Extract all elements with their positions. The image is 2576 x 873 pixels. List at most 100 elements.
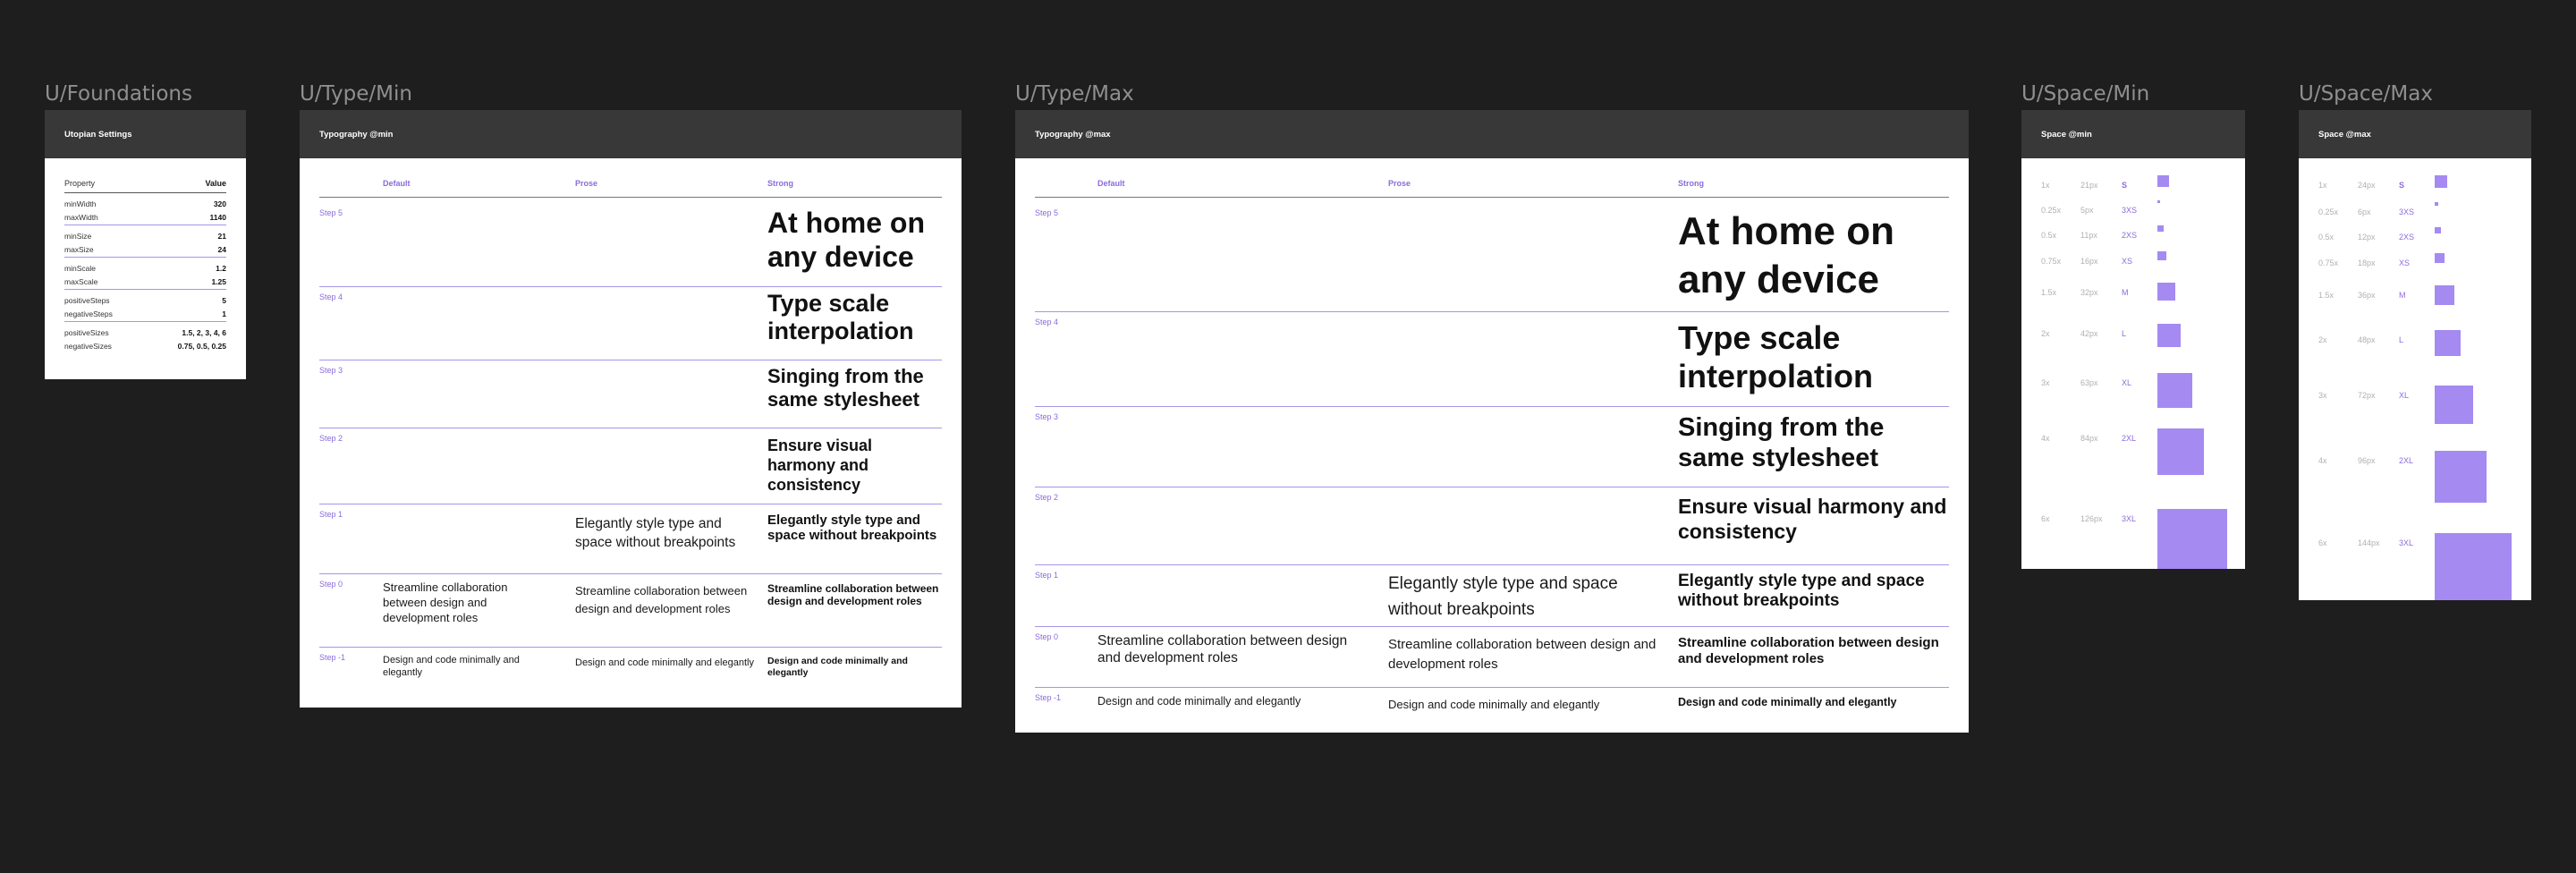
space-multiplier: 4x — [2318, 456, 2327, 465]
step-label: Step 0 — [319, 580, 343, 589]
setting-name: minSize — [64, 232, 92, 241]
space-multiplier: 2x — [2041, 329, 2050, 338]
space-multiplier: 2x — [2318, 335, 2327, 344]
space-multiplier: 0.75x — [2318, 259, 2339, 267]
space-swatch — [2157, 509, 2227, 569]
sample-default: Design and code minimally and elegantly — [383, 655, 520, 679]
frame-label-type-min[interactable]: U/Type/Min — [300, 84, 412, 105]
space-swatch — [2435, 253, 2445, 263]
sample-default: Streamline collaboration between design … — [1097, 633, 1348, 665]
space-multiplier: 0.5x — [2041, 231, 2057, 240]
space-multiplier: 6x — [2041, 514, 2050, 523]
sample-strong: Singing from the same stylesheet — [1678, 413, 1885, 472]
col-strong-header: Strong — [1678, 179, 1704, 188]
space-multiplier: 3x — [2041, 378, 2050, 387]
space-pixels: 5px — [2080, 206, 2094, 215]
divider — [64, 257, 226, 258]
space-pixels: 24px — [2358, 181, 2376, 190]
space-swatch — [2157, 283, 2175, 301]
divider — [319, 197, 942, 198]
divider — [1035, 406, 1949, 407]
space-token: 3XS — [2399, 208, 2415, 216]
space-pixels: 11px — [2080, 231, 2097, 240]
type-max-frame: Typography @max Default Prose Strong Ste… — [1015, 110, 1969, 733]
sample-strong: At home on any device — [767, 207, 925, 274]
sample-default: Streamline collaboration between design … — [383, 581, 508, 624]
step-label: Step 2 — [319, 434, 343, 443]
step-label: Step 1 — [1035, 571, 1059, 580]
step-label: Step 5 — [319, 208, 343, 217]
space-token: 3XL — [2399, 538, 2414, 547]
sample-strong: Type scale interpolation — [767, 290, 914, 345]
setting-name: negativeSizes — [64, 342, 112, 351]
sample-strong: Streamline collaboration between design … — [1678, 635, 1939, 666]
space-swatch — [2157, 225, 2164, 232]
space-swatch — [2157, 175, 2169, 187]
space-token: L — [2122, 329, 2127, 338]
space-pixels: 32px — [2080, 288, 2098, 297]
space-pixels: 36px — [2358, 291, 2376, 300]
space-pixels: 42px — [2080, 329, 2098, 338]
step-label: Step 2 — [1035, 493, 1059, 502]
step-label: Step 5 — [1035, 208, 1059, 217]
space-token: 3XS — [2122, 206, 2138, 215]
sample-strong: Elegantly style type and space without b… — [767, 513, 937, 544]
space-pixels: 84px — [2080, 434, 2098, 443]
space-swatch — [2435, 451, 2487, 503]
space-swatch — [2435, 386, 2473, 424]
setting-value: 1140 — [209, 213, 226, 222]
setting-name: minWidth — [64, 199, 97, 208]
divider — [1035, 626, 1949, 627]
space-token: M — [2399, 291, 2406, 300]
frame-title: Space @min — [2041, 129, 2092, 140]
type-min-frame: Typography @min Default Prose Strong Ste… — [300, 110, 962, 708]
space-multiplier: 1.5x — [2318, 291, 2334, 300]
frame-label-space-min[interactable]: U/Space/Min — [2021, 84, 2149, 105]
sample-prose: Design and code minimally and elegantly — [1388, 698, 1600, 711]
setting-name: maxWidth — [64, 213, 98, 222]
sample-strong: Design and code minimally and elegantly — [767, 656, 908, 679]
setting-name: negativeSteps — [64, 309, 113, 318]
space-swatch — [2157, 200, 2160, 203]
space-token: S — [2399, 181, 2405, 190]
space-pixels: 21px — [2080, 181, 2098, 190]
space-swatch — [2157, 373, 2192, 408]
space-token: 2XL — [2399, 456, 2414, 465]
col-property-header: Property — [64, 179, 96, 188]
space-token: M — [2122, 288, 2129, 297]
step-label: Step 3 — [319, 366, 343, 375]
space-pixels: 12px — [2358, 233, 2376, 242]
frame-header: Space @max — [2299, 110, 2531, 158]
frame-title: Typography @min — [319, 129, 394, 140]
step-label: Step 3 — [1035, 412, 1059, 421]
frame-header: Utopian Settings — [45, 110, 246, 158]
setting-value: 1.5, 2, 3, 4, 6 — [182, 328, 226, 337]
divider — [64, 289, 226, 290]
frame-header: Typography @max — [1015, 110, 1969, 158]
setting-value: 1.25 — [211, 277, 226, 286]
divider — [64, 192, 226, 193]
col-prose-header: Prose — [575, 179, 598, 188]
space-pixels: 126px — [2080, 514, 2103, 523]
step-label: Step -1 — [319, 653, 346, 662]
frame-label-space-max[interactable]: U/Space/Max — [2299, 84, 2433, 105]
space-swatch — [2157, 324, 2181, 347]
space-multiplier: 3x — [2318, 391, 2327, 400]
setting-value: 0.75, 0.5, 0.25 — [177, 342, 226, 351]
space-multiplier: 1x — [2318, 181, 2327, 190]
space-pixels: 48px — [2358, 335, 2376, 344]
setting-name: positiveSizes — [64, 328, 109, 337]
setting-value: 320 — [213, 199, 226, 208]
space-swatch — [2157, 251, 2166, 260]
sample-strong: Elegantly style type and space without b… — [1678, 572, 1925, 611]
frame-label-type-max[interactable]: U/Type/Max — [1015, 84, 1134, 105]
sample-prose: Design and code minimally and elegantly — [575, 657, 754, 668]
frame-label-foundations[interactable]: U/Foundations — [45, 84, 192, 105]
space-token: XL — [2122, 378, 2132, 387]
space-swatch — [2435, 175, 2447, 188]
space-pixels: 63px — [2080, 378, 2098, 387]
setting-name: maxScale — [64, 277, 98, 286]
space-pixels: 72px — [2358, 391, 2376, 400]
col-default-header: Default — [383, 179, 411, 188]
divider — [319, 647, 942, 648]
